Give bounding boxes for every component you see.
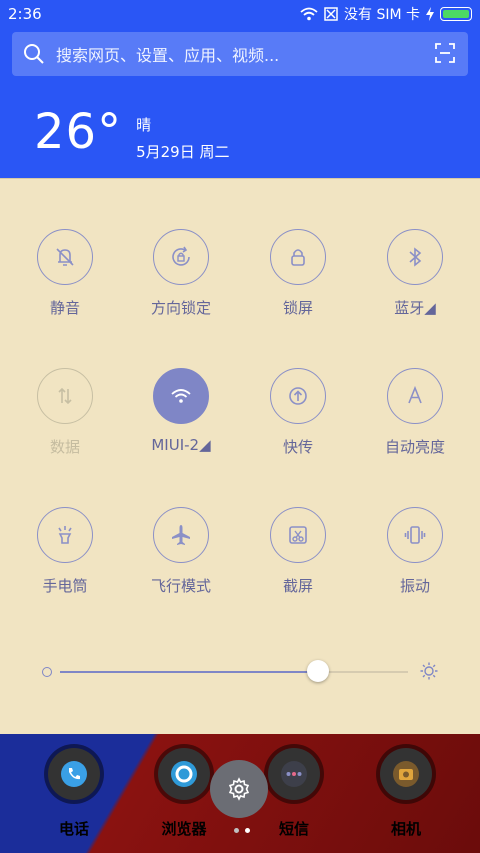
bluetooth-icon (387, 229, 443, 285)
dock-label: 电话 (58, 820, 89, 838)
camera-icon (380, 748, 432, 800)
brightness-high-icon (420, 662, 438, 680)
toggle-bluetooth[interactable]: 蓝牙◢ (356, 229, 474, 318)
brightness-low-icon (42, 667, 52, 677)
airplane-icon (153, 507, 209, 563)
quick-settings-panel: 静音 方向锁定 锁屏 蓝牙◢ 数据 MIUI-2◢ 快传 自动亮度 手电筒 飞行… (0, 178, 480, 735)
status-bar: 2:36 没有 SIM 卡 (0, 0, 480, 28)
data-icon (37, 368, 93, 424)
no-sim-icon (324, 7, 338, 21)
toggle-screenshot[interactable]: 截屏 (239, 507, 357, 596)
toggle-airplane[interactable]: 飞行模式 (122, 507, 240, 596)
search-icon (24, 44, 44, 64)
brightness-thumb[interactable] (307, 660, 329, 682)
wifi-status-icon (300, 7, 318, 21)
toggle-mute[interactable]: 静音 (6, 229, 124, 318)
toggle-auto-brightness[interactable]: 自动亮度 (356, 368, 474, 457)
auto-brightness-icon (387, 368, 443, 424)
toggle-label: 方向锁定 (150, 299, 211, 317)
toggle-flashlight[interactable]: 手电筒 (6, 507, 124, 596)
dock-label: 浏览器 (161, 820, 207, 838)
toggle-vibrate[interactable]: 振动 (356, 507, 474, 596)
screenshot-icon (270, 507, 326, 563)
carrier-text: 没有 SIM 卡 (344, 7, 420, 23)
toggle-label: 静音 (49, 299, 80, 317)
toggle-wifi[interactable]: MIUI-2◢ (122, 368, 240, 454)
wifi-icon (153, 368, 209, 424)
toggle-label: 截屏 (282, 577, 313, 595)
toggle-rotation-lock[interactable]: 方向锁定 (122, 229, 240, 318)
toggle-label: 手电筒 (42, 577, 88, 595)
phone-icon (48, 748, 100, 800)
status-time: 2:36 (8, 5, 42, 23)
messages-icon (268, 748, 320, 800)
toggle-label: 蓝牙◢ (394, 299, 436, 317)
search-placeholder: 搜索网页、设置、应用、视频... (56, 46, 280, 65)
toggle-label: MIUI-2◢ (151, 436, 211, 454)
settings-button[interactable] (210, 760, 268, 818)
lock-icon (270, 229, 326, 285)
toggle-label: 快传 (282, 438, 313, 456)
battery-icon (440, 7, 472, 21)
dock-label: 相机 (390, 820, 421, 838)
home-header: 2:36 没有 SIM 卡 搜索网页、设置、应用、视频... 26° 晴 5月2… (0, 0, 480, 178)
weather-widget[interactable]: 26° 晴 5月29日 周二 (34, 106, 229, 162)
toggle-quick-transfer[interactable]: 快传 (239, 368, 357, 457)
toggle-mobile-data[interactable]: 数据 (6, 368, 124, 457)
charging-icon (426, 7, 434, 21)
scan-icon[interactable] (434, 42, 456, 64)
status-icons: 没有 SIM 卡 (300, 4, 472, 24)
toggle-label: 锁屏 (282, 299, 313, 317)
weather-date: 5月29日 周二 (136, 143, 230, 161)
rotation-lock-icon (153, 229, 209, 285)
browser-icon (158, 748, 210, 800)
brightness-fill (60, 671, 318, 673)
gear-icon (228, 777, 250, 801)
vibrate-icon (387, 507, 443, 563)
brightness-slider[interactable] (42, 660, 438, 684)
toggle-label: 数据 (49, 438, 80, 456)
search-bar[interactable]: 搜索网页、设置、应用、视频... (12, 32, 468, 76)
transfer-icon (270, 368, 326, 424)
temperature: 26° (34, 104, 123, 160)
dock-label: 短信 (278, 820, 309, 838)
bell-off-icon (37, 229, 93, 285)
toggle-label: 自动亮度 (384, 438, 445, 456)
flashlight-icon (37, 507, 93, 563)
dock-app-phone[interactable]: 电话 (34, 748, 114, 839)
toggle-lock-screen[interactable]: 锁屏 (239, 229, 357, 318)
toggle-label: 飞行模式 (150, 577, 211, 595)
dock-app-camera[interactable]: 相机 (366, 748, 446, 839)
page-indicator (234, 828, 250, 833)
toggle-label: 振动 (399, 577, 430, 595)
weather-condition: 晴 (136, 116, 152, 134)
